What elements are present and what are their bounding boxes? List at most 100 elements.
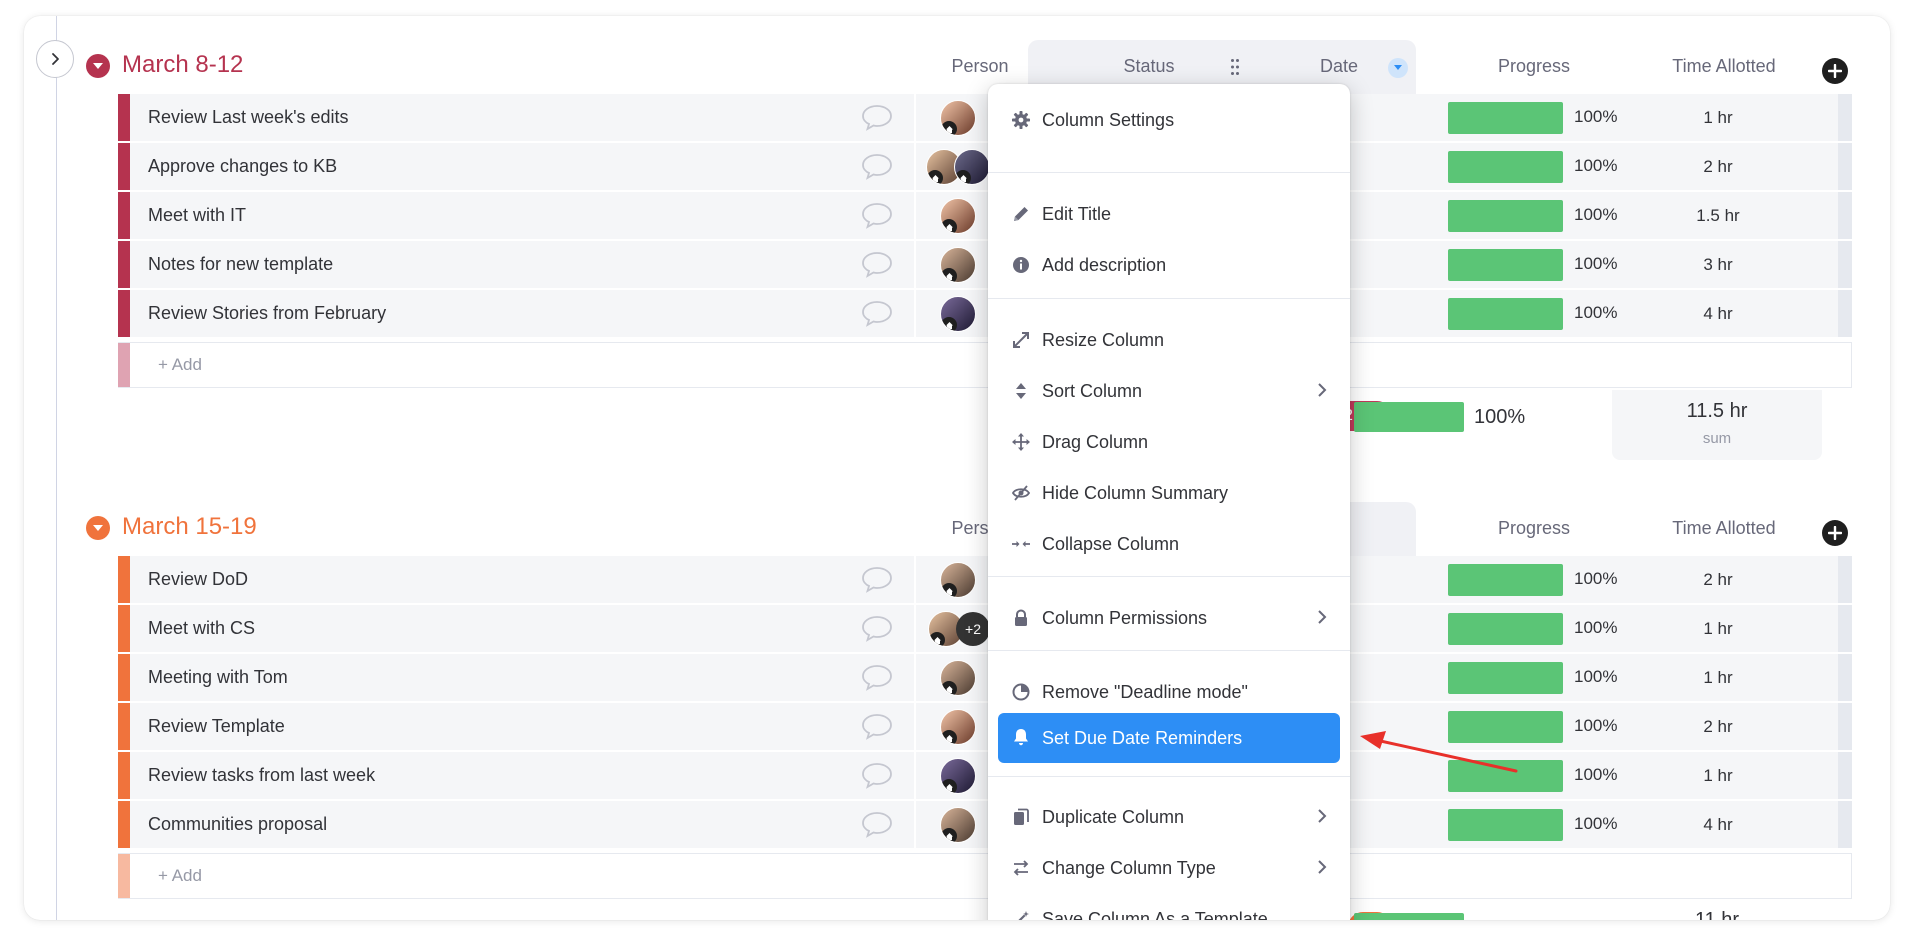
menu-item-collapse-column[interactable]: Collapse Column [998,520,1340,568]
time-value[interactable]: 4 hr [1618,815,1818,835]
menu-item-label: Remove "Deadline mode" [1042,682,1248,702]
updates-icon[interactable] [860,712,894,747]
item-name[interactable]: Meet with IT [148,205,246,226]
person-cell[interactable] [922,709,982,745]
item-name[interactable]: Review Template [148,716,285,737]
person-cell[interactable] [922,660,982,696]
menu-item-duplicate-column[interactable]: Duplicate Column [998,793,1340,841]
menu-item-edit-title[interactable]: Edit Title [998,190,1340,238]
time-value[interactable]: 2 hr [1618,570,1818,590]
person-cell[interactable] [922,247,982,283]
updates-icon[interactable] [860,250,894,285]
table-row[interactable]: Review tasks from last week 100% 1 hr [118,752,1852,800]
time-value[interactable]: 3 hr [1618,255,1818,275]
person-cell[interactable] [922,807,982,843]
column-header-status[interactable]: Status [1074,56,1224,77]
person-cell[interactable] [922,149,990,185]
person-cell[interactable] [922,562,982,598]
menu-item-remove-deadline-mode[interactable]: Remove "Deadline mode" [998,668,1340,716]
column-header-date[interactable]: Date [1274,56,1404,77]
person-cell[interactable] [922,296,982,332]
add-item-row[interactable]: + Add [118,853,1852,899]
item-name[interactable]: Review Stories from February [148,303,386,324]
menu-item-add-description[interactable]: Add description [998,241,1340,289]
updates-icon[interactable] [860,565,894,600]
menu-item-drag-column[interactable]: Drag Column [998,418,1340,466]
person-cell[interactable] [922,198,982,234]
column-header-progress[interactable]: Progress [1434,518,1634,539]
time-value[interactable]: 1.5 hr [1618,206,1818,226]
column-header-time[interactable]: Time Allotted [1624,56,1824,77]
column-header-time[interactable]: Time Allotted [1624,518,1824,539]
table-row[interactable]: Meeting with Tom 100% 1 hr [118,654,1852,702]
person-cell[interactable] [922,758,982,794]
table-row[interactable]: Meet with IT 100% 1.5 hr [118,192,1852,240]
add-item-row[interactable]: + Add [118,342,1852,388]
column-header-person[interactable]: Person [910,56,1050,77]
table-row[interactable]: Review Template 100% 2 hr [118,703,1852,751]
item-name[interactable]: Notes for new template [148,254,333,275]
table-row[interactable]: Meet with CS +2 100% 1 hr [118,605,1852,653]
menu-item-save-column-template[interactable]: Save Column As a Template [998,895,1340,920]
item-name[interactable]: Approve changes to KB [148,156,337,177]
group-title[interactable]: March 8-12 [122,51,243,79]
item-name[interactable]: Review DoD [148,569,248,590]
time-value[interactable]: 2 hr [1618,717,1818,737]
group-title[interactable]: March 15-19 [122,513,257,541]
item-name[interactable]: Review tasks from last week [148,765,375,786]
column-header-progress[interactable]: Progress [1434,56,1634,77]
table-row[interactable]: Approve changes to KB 100% 2 hr [118,143,1852,191]
menu-item-sort-column[interactable]: Sort Column [998,367,1340,415]
drag-handle-icon[interactable] [1230,58,1240,81]
column-menu-button[interactable] [1388,58,1408,78]
add-column-button[interactable] [1822,58,1848,84]
menu-item-column-settings[interactable]: Column Settings [998,96,1340,144]
more-people-badge[interactable]: +2 [956,612,990,646]
menu-item-resize-column[interactable]: Resize Column [998,316,1340,364]
item-name[interactable]: Meet with CS [148,618,255,639]
progress-bar [1448,151,1563,183]
group-collapse-button[interactable] [86,516,110,540]
menu-item-change-column-type[interactable]: Change Column Type [998,844,1340,892]
time-value[interactable]: 1 hr [1618,108,1818,128]
add-item-input[interactable]: + Add [158,866,202,886]
updates-icon[interactable] [860,152,894,187]
sidebar-expand-button[interactable] [36,40,74,78]
time-value[interactable]: 1 hr [1618,668,1818,688]
updates-icon[interactable] [860,103,894,138]
item-name[interactable]: Review Last week's edits [148,107,349,128]
annotation-arrow [1346,716,1526,781]
menu-item-hide-column-summary[interactable]: Hide Column Summary [998,469,1340,517]
updates-icon[interactable] [860,663,894,698]
progress-value: 100% [1574,156,1618,175]
updates-icon[interactable] [860,810,894,845]
add-column-button[interactable] [1822,520,1848,546]
table-row[interactable]: Review Stories from February 100% 4 hr [118,290,1852,338]
group-collapse-button[interactable] [86,54,110,78]
progress-summary-bar [1354,402,1464,432]
column-context-menu: Column Settings Edit Title Add descripti… [988,84,1350,920]
caret-down-icon [1394,65,1402,70]
updates-icon[interactable] [860,201,894,236]
table-row[interactable]: Communities proposal 100% 4 hr [118,801,1852,849]
gear-icon [1010,109,1032,131]
updates-icon[interactable] [860,614,894,649]
menu-item-set-due-date-reminders[interactable]: Set Due Date Reminders [998,713,1340,763]
time-value[interactable]: 1 hr [1618,619,1818,639]
item-name[interactable]: Communities proposal [148,814,327,835]
add-item-input[interactable]: + Add [158,355,202,375]
menu-divider [988,298,1350,299]
updates-icon[interactable] [860,299,894,334]
time-value[interactable]: 2 hr [1618,157,1818,177]
table-row[interactable]: Review Last week's edits 100% 1 hr [118,94,1852,142]
group-color-bar [118,752,130,799]
updates-icon[interactable] [860,761,894,796]
time-value[interactable]: 4 hr [1618,304,1818,324]
person-cell[interactable] [922,100,982,136]
item-name[interactable]: Meeting with Tom [148,667,288,688]
table-row[interactable]: Review DoD 100% 2 hr [118,556,1852,604]
person-cell[interactable]: +2 [922,611,990,647]
menu-item-column-permissions[interactable]: Column Permissions [998,594,1340,642]
time-value[interactable]: 1 hr [1618,766,1818,786]
table-row[interactable]: Notes for new template 100% 3 hr [118,241,1852,289]
